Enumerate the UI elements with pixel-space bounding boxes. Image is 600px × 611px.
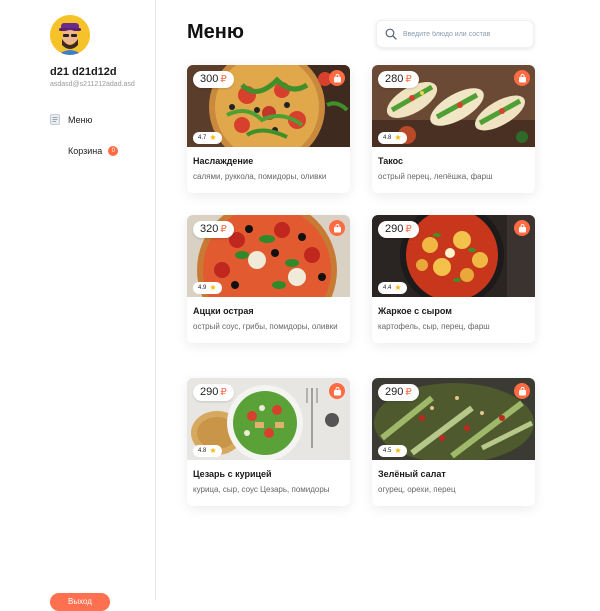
dish-card[interactable]: 280 ₽ 4.8 ★ Такос острый перец, лепёшка, ф…	[372, 65, 535, 193]
add-to-cart-button[interactable]	[514, 70, 530, 86]
dish-ingredients: огурец, орехи, перец	[378, 485, 456, 494]
rating-value: 4.8	[383, 135, 392, 141]
add-to-cart-button[interactable]	[329, 70, 345, 86]
rating-badge: 4.8 ★	[193, 445, 222, 457]
add-to-cart-button[interactable]	[329, 383, 345, 399]
shopping-bag-icon	[518, 386, 526, 395]
price-value: 290	[200, 386, 219, 398]
price-value: 290	[385, 223, 404, 235]
nav-item-menu-label: Меню	[68, 114, 93, 125]
shopping-bag-icon	[333, 223, 341, 232]
dish-photo: 290 ₽ 4.8 ★	[187, 378, 350, 460]
price-value: 280	[385, 73, 404, 85]
price-badge: 290 ₽	[378, 384, 419, 401]
rating-badge: 4.7 ★	[193, 132, 222, 144]
nav-item-menu[interactable]: Меню	[50, 114, 92, 125]
search-box	[376, 20, 534, 48]
price-value: 300	[200, 73, 219, 85]
user-email: asdasd@s211212adad.asd	[50, 81, 135, 88]
star-icon: ★	[394, 446, 402, 455]
currency-sign: ₽	[405, 224, 412, 235]
dish-ingredients: курица, сыр, соус Цезарь, помидоры	[193, 485, 330, 494]
dish-photo: 320 ₽ 4.9 ★	[187, 215, 350, 297]
avatar[interactable]	[50, 15, 90, 55]
page-title: Меню	[187, 21, 244, 43]
dish-photo: 290 ₽ 4.5 ★	[372, 378, 535, 460]
currency-sign: ₽	[405, 387, 412, 398]
currency-sign: ₽	[220, 387, 227, 398]
dish-ingredients: картофель, сыр, перец, фарш	[378, 322, 490, 331]
dish-card[interactable]: 290 ₽ 4.5 ★ Зелёный салат огурец, орехи, п…	[372, 378, 535, 506]
rating-value: 4.9	[198, 285, 207, 291]
menu-list-icon	[50, 114, 60, 125]
dish-name: Цезарь с курицей	[193, 469, 272, 479]
shopping-bag-icon	[518, 73, 526, 82]
cart-count-badge: 0	[108, 146, 119, 156]
dish-card[interactable]: 290 ₽ 4.4 ★ Жаркое с сыром картофель, сыр,…	[372, 215, 535, 343]
rating-value: 4.4	[383, 285, 392, 291]
dish-name: Жаркое с сыром	[378, 306, 452, 316]
price-badge: 320 ₽	[193, 221, 234, 238]
star-icon: ★	[394, 283, 402, 292]
logout-button[interactable]: Выход	[50, 593, 110, 611]
dish-name: Аццки острая	[193, 306, 254, 316]
price-badge: 280 ₽	[378, 71, 419, 88]
search-icon	[385, 28, 397, 40]
shopping-bag-icon	[333, 386, 341, 395]
rating-value: 4.5	[383, 448, 392, 454]
add-to-cart-button[interactable]	[514, 220, 530, 236]
star-icon: ★	[209, 133, 217, 142]
shopping-bag-icon	[518, 223, 526, 232]
rating-value: 4.8	[198, 448, 207, 454]
dish-name: Такос	[378, 156, 404, 166]
dish-card[interactable]: 320 ₽ 4.9 ★ Аццки острая острый соус, гриб…	[187, 215, 350, 343]
user-name: d21 d21d12d	[50, 66, 117, 78]
nav-item-cart[interactable]: Корзина 0	[50, 146, 119, 156]
price-badge: 290 ₽	[378, 221, 419, 238]
price-value: 320	[200, 223, 219, 235]
dish-photo: 280 ₽ 4.8 ★	[372, 65, 535, 147]
star-icon: ★	[209, 446, 217, 455]
dish-ingredients: острый соус, грибы, помидоры, оливки	[193, 322, 338, 331]
currency-sign: ₽	[220, 224, 227, 235]
rating-badge: 4.5 ★	[378, 445, 407, 457]
price-value: 290	[385, 386, 404, 398]
add-to-cart-button[interactable]	[329, 220, 345, 236]
dish-card[interactable]: 290 ₽ 4.8 ★ Цезарь с курицей курица, сыр, …	[187, 378, 350, 506]
star-icon: ★	[209, 283, 217, 292]
dish-card[interactable]: 300 ₽ 4.7 ★ Наслаждение салями, руккола, п…	[187, 65, 350, 193]
dish-name: Зелёный салат	[378, 469, 446, 479]
rating-badge: 4.8 ★	[378, 132, 407, 144]
rating-badge: 4.4 ★	[378, 282, 407, 294]
dish-ingredients: салями, руккола, помидоры, оливки	[193, 172, 327, 181]
dish-photo: 290 ₽ 4.4 ★	[372, 215, 535, 297]
add-to-cart-button[interactable]	[514, 383, 530, 399]
dish-name: Наслаждение	[193, 156, 254, 166]
nav-item-cart-label: Корзина	[68, 146, 103, 156]
star-icon: ★	[394, 133, 402, 142]
rating-badge: 4.9 ★	[193, 282, 222, 294]
price-badge: 290 ₽	[193, 384, 234, 401]
shopping-bag-icon	[333, 73, 341, 82]
sidebar: d21 d21d12d asdasd@s211212adad.asd Меню …	[0, 0, 156, 611]
currency-sign: ₽	[220, 74, 227, 85]
dish-ingredients: острый перец, лепёшка, фарш	[378, 172, 493, 181]
currency-sign: ₽	[405, 74, 412, 85]
rating-value: 4.7	[198, 135, 207, 141]
dish-photo: 300 ₽ 4.7 ★	[187, 65, 350, 147]
search-input[interactable]	[403, 26, 529, 42]
price-badge: 300 ₽	[193, 71, 234, 88]
